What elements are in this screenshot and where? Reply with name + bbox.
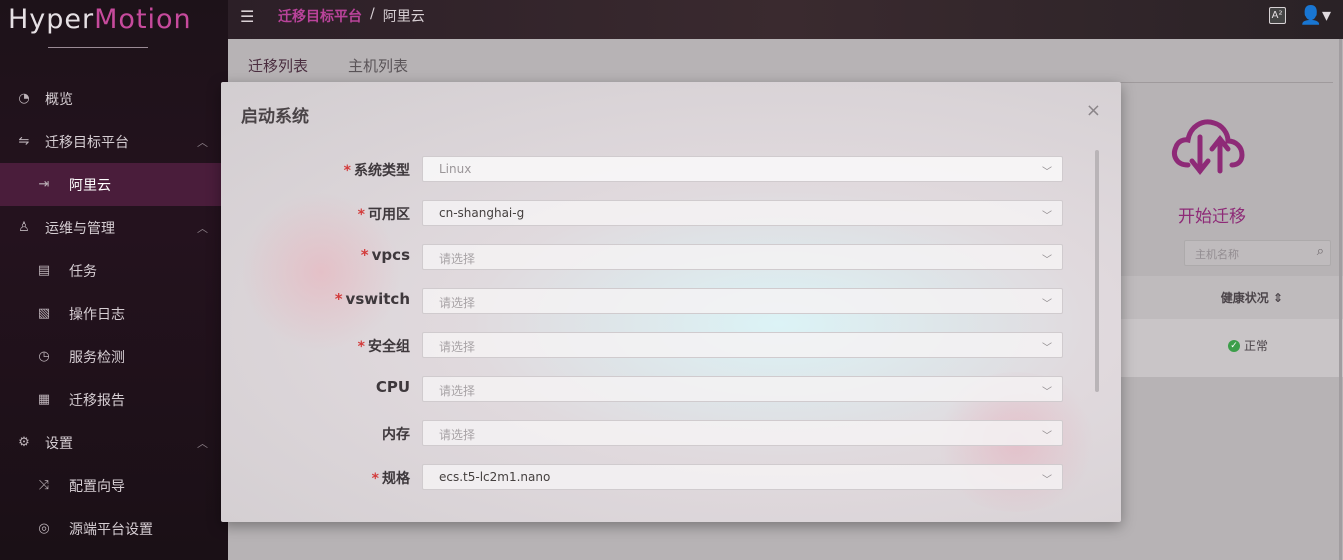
sidebar: HyperMotion ◔ 概览 ⇋ 迁移目标平台 ︿ ⇥ 阿里云 ♙ 运维与管…	[0, 0, 228, 560]
chevron-down-icon: ﹀	[1042, 255, 1052, 266]
chevron-down-icon: ﹀	[1042, 299, 1052, 310]
form-row-vswitch: * vswitch 请选择 ﹀	[221, 288, 1121, 314]
topbar: ☰ 迁移目标平台 / 阿里云 A² 👤▾	[228, 0, 1343, 39]
form-row-cpu: CPU 请选择 ﹀	[221, 376, 1121, 402]
health-status-label: 正常	[1243, 339, 1268, 353]
sidebar-item-label: 迁移目标平台	[45, 134, 129, 151]
sidebar-item-migration-target[interactable]: ⇋ 迁移目标平台 ︿	[0, 120, 228, 163]
search-placeholder: 主机名称	[1195, 248, 1239, 261]
check-circle-icon: ✓	[1227, 339, 1240, 352]
start-migration-label[interactable]: 开始迁移	[1178, 202, 1246, 227]
chevron-down-icon: ﹀	[1042, 343, 1052, 354]
sidebar-item-label: 任务	[69, 263, 97, 280]
sidebar-item-aliyun[interactable]: ⇥ 阿里云	[0, 163, 228, 206]
sidebar-item-settings[interactable]: ⚙ 设置 ︿	[0, 421, 228, 464]
login-icon: ⇥	[38, 177, 50, 192]
form-row-security-group: * 安全组 请选择 ﹀	[221, 332, 1121, 358]
sidebar-item-label: 服务检测	[69, 349, 125, 366]
field-label: * 规格	[371, 471, 410, 487]
field-label: * 系统类型	[343, 163, 410, 179]
os-type-select[interactable]: Linux ﹀	[422, 156, 1063, 182]
sidebar-item-label: 操作日志	[69, 306, 125, 323]
dashboard-icon: ◔	[18, 91, 30, 106]
sidebar-item-wizard[interactable]: ⤨ 配置向导	[0, 464, 228, 507]
sidebar-item-source-settings[interactable]: ◎ 源端平台设置	[0, 507, 228, 550]
boot-system-dialog: 启动系统 × * 系统类型 Linux ﹀ * 可用区 cn-shanghai-g …	[221, 82, 1121, 522]
chevron-down-icon: ﹀	[1042, 431, 1052, 442]
field-label: * 安全组	[357, 339, 410, 355]
log-icon: ▧	[37, 306, 51, 321]
health-status: ✓ 正常	[1227, 337, 1268, 354]
field-label: CPU	[375, 378, 410, 396]
tab-migration-list[interactable]: 迁移列表	[248, 55, 309, 85]
tab-host-list[interactable]: 主机列表	[348, 55, 408, 85]
chevron-up-icon: ︿	[197, 436, 208, 450]
breadcrumb-item-current: 阿里云	[382, 9, 425, 25]
form-row-zone: * 可用区 cn-shanghai-g ﹀	[221, 200, 1121, 226]
chevron-down-icon: ﹀	[1042, 475, 1052, 486]
host-search-input[interactable]: 主机名称 ⌕	[1184, 240, 1331, 266]
shuffle-icon: ⤨	[38, 478, 50, 493]
form-row-memory: 内存 请选择 ﹀	[221, 420, 1121, 446]
dialog-title: 启动系统	[241, 107, 309, 127]
sidebar-item-label: 设置	[45, 435, 73, 452]
chevron-up-icon: ︿	[197, 135, 208, 149]
form-row-os-type: * 系统类型 Linux ﹀	[221, 156, 1121, 182]
zone-select[interactable]: cn-shanghai-g ﹀	[422, 200, 1063, 226]
field-label: * vswitch	[334, 290, 410, 308]
column-header-health[interactable]: 健康状况 ⇕	[1121, 276, 1343, 319]
sidebar-item-overview[interactable]: ◔ 概览	[0, 77, 228, 120]
breadcrumb-item-parent[interactable]: 迁移目标平台	[278, 6, 362, 26]
task-icon: ▤	[37, 263, 51, 278]
sidebar-item-label: 概览	[45, 91, 73, 108]
instance-type-select[interactable]: ecs.t5-lc2m1.nano ﹀	[422, 464, 1063, 490]
user-menu-icon[interactable]: 👤▾	[1300, 5, 1331, 26]
tabs: 迁移列表 主机列表	[248, 55, 408, 85]
memory-select[interactable]: 请选择 ﹀	[422, 420, 1063, 446]
sidebar-item-logs[interactable]: ▧ 操作日志	[0, 292, 228, 335]
gear-icon: ⚙	[18, 435, 30, 450]
sidebar-item-label: 配置向导	[69, 478, 125, 495]
menu-toggle-icon[interactable]: ☰	[240, 7, 254, 26]
page-scrollbar[interactable]	[1339, 39, 1342, 560]
logo: HyperMotion	[8, 4, 192, 35]
chevron-down-icon: ﹀	[1042, 167, 1052, 178]
cpu-select[interactable]: 请选择 ﹀	[422, 376, 1063, 402]
form-row-instance-type: * 规格 ecs.t5-lc2m1.nano ﹀	[221, 464, 1121, 490]
sidebar-item-label: 阿里云	[69, 177, 111, 194]
sidebar-item-tasks[interactable]: ▤ 任务	[0, 249, 228, 292]
vpcs-select[interactable]: 请选择 ﹀	[422, 244, 1063, 270]
topbar-actions: A² 👤▾	[1268, 5, 1331, 26]
chevron-down-icon: ﹀	[1042, 387, 1052, 398]
breadcrumb-separator: /	[370, 6, 375, 22]
chevron-down-icon: ﹀	[1042, 211, 1052, 222]
swap-icon: ⇋	[18, 134, 30, 149]
security-group-select[interactable]: 请选择 ﹀	[422, 332, 1063, 358]
user-icon: ♙	[18, 220, 30, 235]
cloud-transfer-icon[interactable]	[1170, 113, 1248, 177]
breadcrumb: 迁移目标平台 / 阿里云	[278, 6, 425, 26]
monitor-icon: ◷	[38, 349, 50, 364]
sidebar-item-label: 迁移报告	[69, 392, 125, 409]
field-label: 内存	[382, 427, 410, 443]
field-label: * vpcs	[360, 246, 410, 264]
logo-underline	[48, 47, 148, 48]
sidebar-item-ops[interactable]: ♙ 运维与管理 ︿	[0, 206, 228, 249]
vswitch-select[interactable]: 请选择 ﹀	[422, 288, 1063, 314]
field-label: * 可用区	[357, 207, 410, 223]
target-icon: ◎	[38, 521, 50, 536]
sidebar-item-service-check[interactable]: ◷ 服务检测	[0, 335, 228, 378]
sidebar-item-label: 源端平台设置	[69, 521, 153, 538]
sidebar-item-report[interactable]: ▦ 迁移报告	[0, 378, 228, 421]
search-icon[interactable]: ⌕	[1317, 244, 1324, 259]
form-row-vpcs: * vpcs 请选择 ﹀	[221, 244, 1121, 270]
report-icon: ▦	[37, 392, 51, 407]
close-icon[interactable]: ×	[1086, 100, 1101, 121]
chevron-up-icon: ︿	[197, 221, 208, 235]
sidebar-item-label: 运维与管理	[45, 220, 115, 237]
language-icon[interactable]: A²	[1268, 7, 1286, 24]
